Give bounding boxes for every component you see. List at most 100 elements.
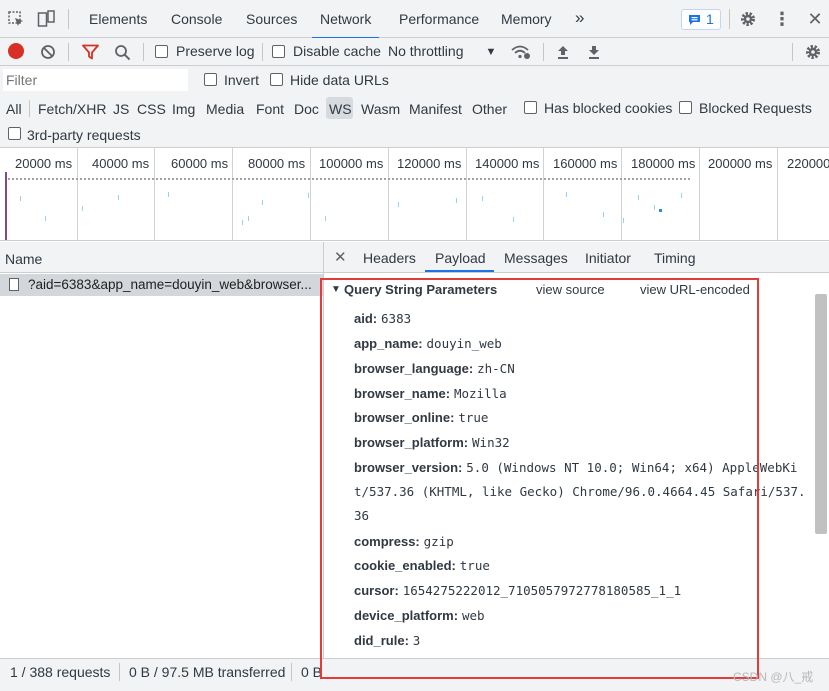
requests-list: Name ?aid=6383&app_name=douyin_web&brows…: [0, 242, 324, 658]
type-filter-img[interactable]: Img: [172, 101, 195, 117]
devtools-tab-bar: Elements Console Sources Network Perform…: [0, 0, 829, 39]
param-key: browser_online:: [354, 410, 455, 425]
param-row: cursor: 1654275222012_710505797277818058…: [354, 582, 681, 598]
close-details-icon[interactable]: ✕: [334, 248, 347, 266]
has-blocked-cookies-checkbox[interactable]: [524, 101, 537, 114]
param-value: 6383: [381, 311, 412, 326]
watermark: CSDN @八_戒: [733, 670, 814, 684]
type-filter-doc[interactable]: Doc: [294, 101, 319, 117]
tab-timing[interactable]: Timing: [654, 250, 696, 266]
inspect-element-icon[interactable]: [6, 9, 26, 29]
details-tab-strip: ✕ Headers Payload Messages Initiator Tim…: [324, 242, 829, 273]
type-filter-media[interactable]: Media: [206, 101, 244, 117]
network-overview-timeline[interactable]: 20000 ms 40000 ms 60000 ms 80000 ms 1000…: [0, 148, 829, 241]
param-row: compress: gzip: [354, 533, 454, 549]
clear-icon[interactable]: [38, 42, 58, 62]
blocked-requests-checkbox[interactable]: [679, 101, 692, 114]
type-filter-wasm[interactable]: Wasm: [361, 101, 400, 117]
tab-elements[interactable]: Elements: [89, 11, 147, 27]
message-icon: [689, 15, 700, 25]
param-key: compress:: [354, 534, 420, 549]
param-row: browser_online: true: [354, 409, 488, 425]
param-value-continued: 36: [354, 508, 370, 523]
type-filter-css[interactable]: CSS: [137, 101, 166, 117]
timeline-tick: 100000 ms: [319, 156, 384, 171]
type-filter-js[interactable]: JS: [113, 101, 129, 117]
param-row-wrap: 36: [354, 508, 369, 523]
close-devtools-icon[interactable]: ✕: [805, 9, 825, 29]
filter-input[interactable]: [3, 69, 188, 91]
param-key: cookie_enabled:: [354, 558, 456, 573]
param-value: 3: [412, 633, 421, 648]
network-conditions-wifi-icon[interactable]: [510, 42, 532, 62]
param-key: browser_version:: [354, 460, 463, 475]
param-value-continued: t/537.36 (KHTML, like Gecko) Chrome/96.0…: [354, 484, 806, 499]
timeline-tick: 40000 ms: [92, 156, 150, 171]
network-toolbar: Preserve log Disable cache No throttling…: [0, 38, 829, 66]
hide-data-urls-checkbox[interactable]: [270, 73, 283, 86]
tab-payload[interactable]: Payload: [435, 250, 486, 266]
type-filter-manifest[interactable]: Manifest: [409, 101, 462, 117]
third-party-checkbox[interactable]: [8, 127, 21, 140]
issues-badge[interactable]: 1: [681, 9, 721, 30]
export-har-download-icon[interactable]: [584, 42, 604, 62]
type-filter-all[interactable]: All: [6, 101, 22, 117]
more-tabs-button[interactable]: »: [575, 8, 584, 28]
chevron-down-icon[interactable]: ▼: [483, 42, 499, 62]
param-key: device_platform:: [354, 608, 459, 623]
section-collapse-triangle-icon[interactable]: ▼: [331, 284, 341, 295]
settings-gear-icon[interactable]: [738, 9, 758, 29]
type-filter-other[interactable]: Other: [472, 101, 507, 117]
search-icon[interactable]: [112, 42, 132, 62]
tab-performance[interactable]: Performance: [399, 11, 479, 27]
param-value: Win32: [472, 435, 510, 450]
invert-checkbox[interactable]: [204, 73, 217, 86]
param-key: browser_name:: [354, 386, 451, 401]
payload-tab-underline: [425, 270, 494, 272]
timeline-tick: 160000 ms: [553, 156, 618, 171]
param-value: Mozilla: [453, 386, 507, 401]
disable-cache-checkbox[interactable]: [272, 45, 285, 58]
record-button[interactable]: [8, 43, 24, 59]
timeline-tick: 20000 ms: [15, 156, 73, 171]
param-key: browser_platform:: [354, 435, 469, 450]
timeline-tick: 120000 ms: [397, 156, 462, 171]
query-string-section-title[interactable]: Query String Parameters: [344, 282, 497, 297]
param-value: zh-CN: [477, 361, 515, 376]
type-filter-ws[interactable]: WS: [329, 101, 352, 117]
timeline-start-marker: [5, 172, 7, 240]
more-options-icon[interactable]: ⋮: [772, 9, 792, 29]
throttling-select[interactable]: No throttling: [388, 43, 463, 59]
tab-messages[interactable]: Messages: [504, 250, 568, 266]
tab-initiator[interactable]: Initiator: [585, 250, 631, 266]
timeline-tick: 180000 ms: [631, 156, 696, 171]
details-scrollbar-thumb[interactable]: [815, 294, 827, 534]
param-value: 1654275222012_7105057972778180585_1_1: [402, 583, 682, 598]
name-column-header[interactable]: Name: [0, 242, 323, 273]
tab-memory[interactable]: Memory: [501, 11, 552, 27]
resource-type-filters: All Fetch/XHR JS CSS Img Media Font Doc …: [0, 94, 829, 122]
network-settings-gear-icon[interactable]: [803, 42, 823, 62]
tab-network[interactable]: Network: [311, 11, 380, 39]
tab-headers[interactable]: Headers: [363, 250, 416, 266]
param-key: did_rule:: [354, 633, 409, 648]
view-url-encoded-link[interactable]: view URL-encoded: [640, 282, 750, 297]
param-key: app_name:: [354, 336, 423, 351]
param-value: douyin_web: [426, 336, 502, 351]
import-har-upload-icon[interactable]: [553, 42, 573, 62]
request-name: ?aid=6383&app_name=douyin_web&browser...: [28, 277, 312, 292]
preserve-log-checkbox[interactable]: [155, 45, 168, 58]
param-row: aid: 6383: [354, 310, 411, 326]
param-key: browser_language:: [354, 361, 474, 376]
type-filter-font[interactable]: Font: [256, 101, 284, 117]
timeline-tick: 60000 ms: [171, 156, 229, 171]
tab-console[interactable]: Console: [171, 11, 222, 27]
type-filter-fetch-xhr[interactable]: Fetch/XHR: [38, 101, 106, 117]
transferred-size: 0 B / 97.5 MB transferred: [129, 664, 286, 680]
filter-icon[interactable]: [80, 42, 100, 62]
device-toolbar-icon[interactable]: [36, 9, 56, 29]
tab-sources[interactable]: Sources: [246, 11, 297, 27]
view-source-link[interactable]: view source: [536, 282, 605, 297]
request-row-selected[interactable]: ?aid=6383&app_name=douyin_web&browser...: [0, 274, 323, 296]
timeline-tick: 80000 ms: [248, 156, 306, 171]
